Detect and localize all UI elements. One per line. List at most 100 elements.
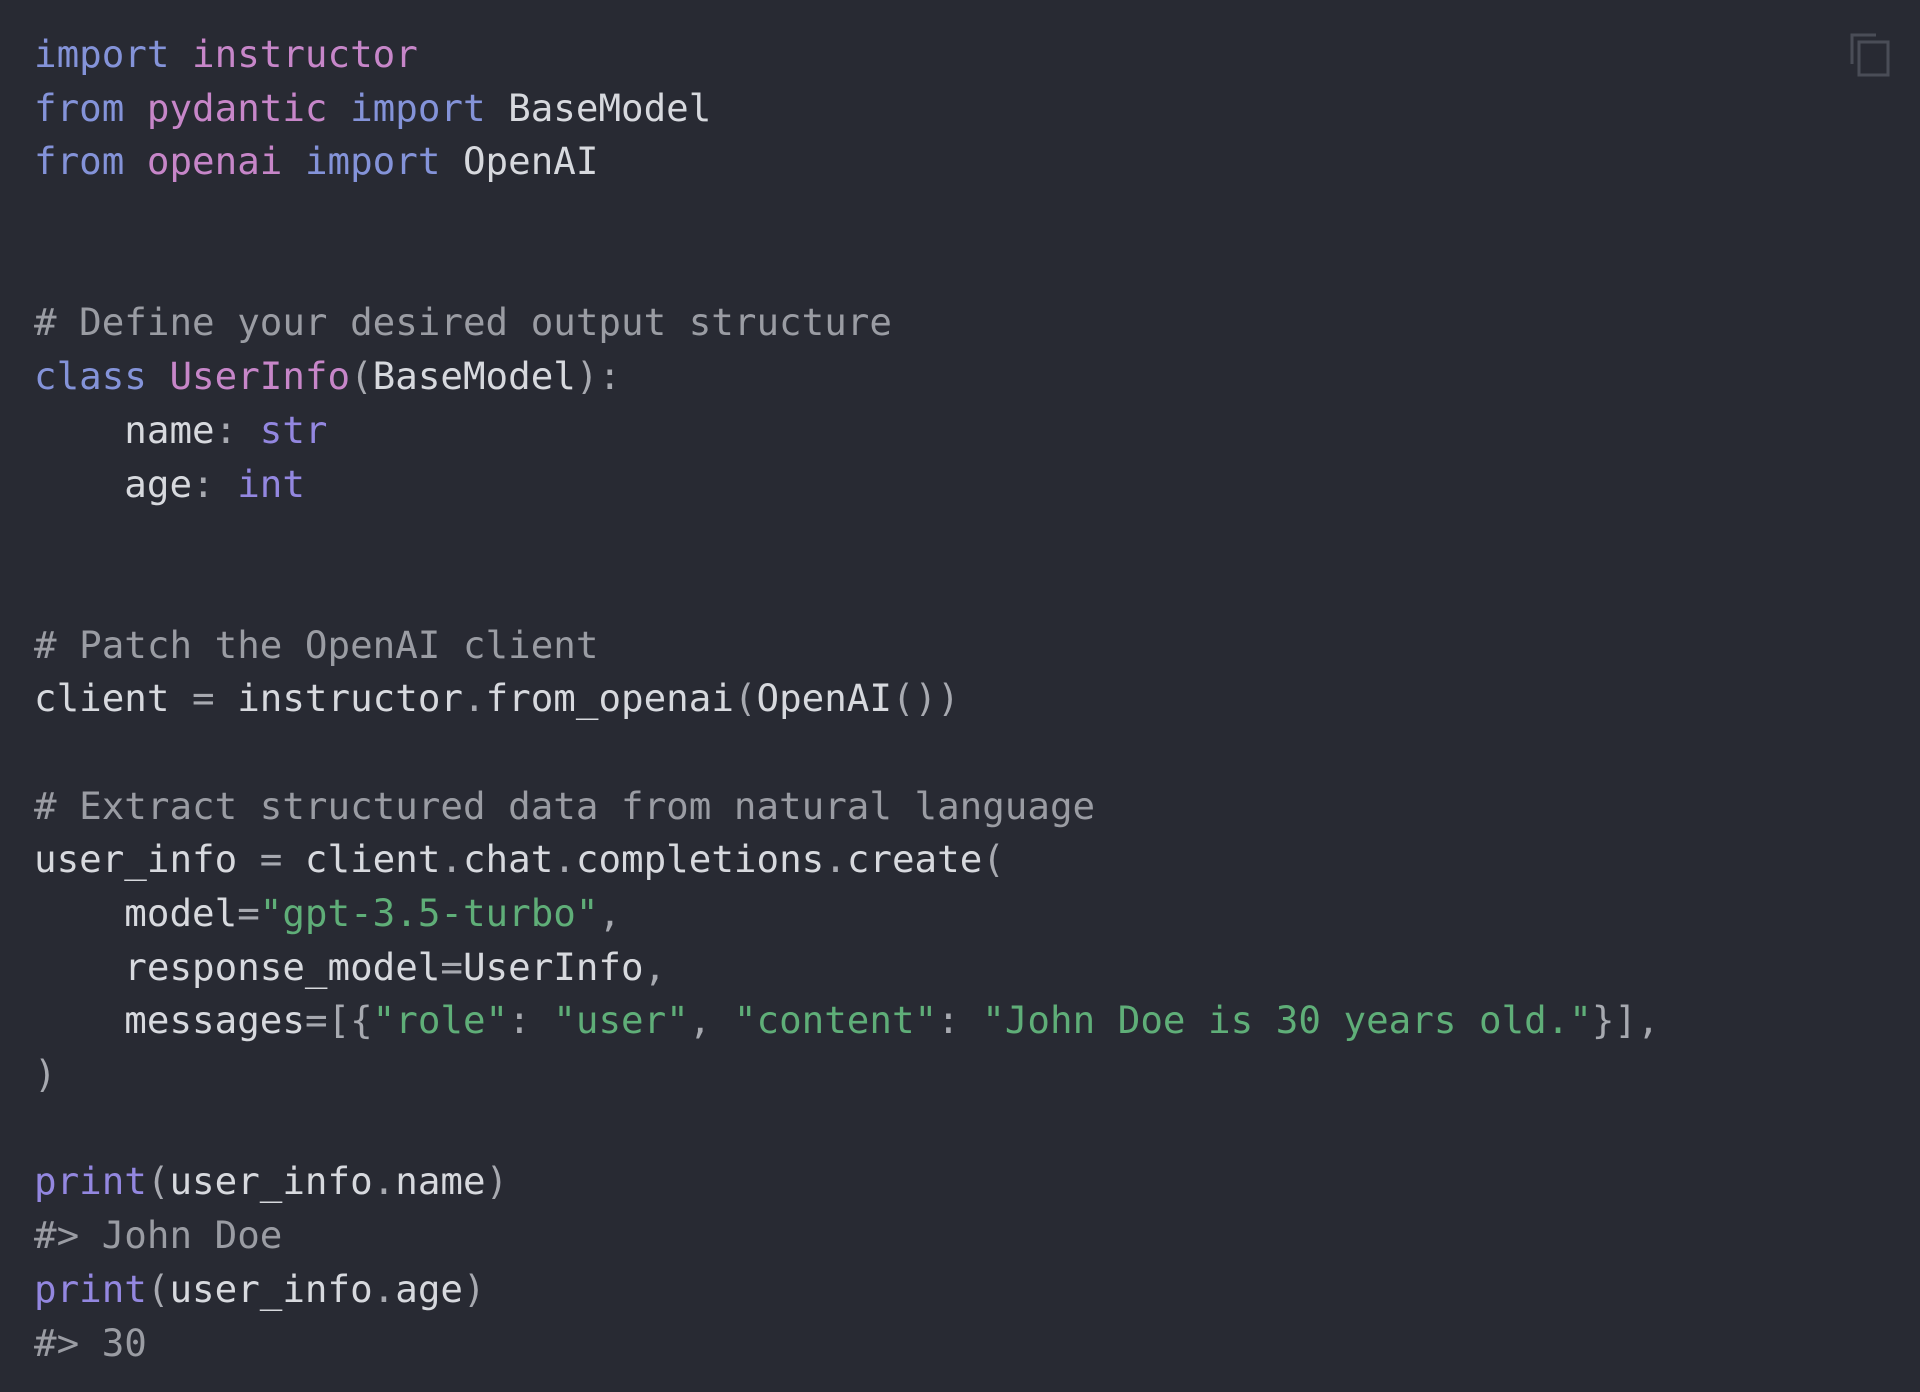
- code-token: from_openai: [485, 676, 734, 721]
- code-token: user_info: [34, 837, 260, 882]
- code-line: name: str: [34, 404, 1660, 458]
- code-token: create: [846, 837, 983, 882]
- code-token: import: [34, 32, 170, 76]
- code-token: user_info: [169, 1266, 373, 1311]
- code-token: OpenAI: [440, 139, 599, 184]
- code-token: "user": [553, 998, 689, 1043]
- code-token: "gpt-3.5-turbo": [259, 891, 599, 935]
- code-token: name: [395, 1159, 486, 1204]
- code-token: # Patch the OpenAI client: [34, 622, 599, 667]
- code-token: (: [350, 354, 373, 399]
- code-token: pydantic: [146, 85, 328, 130]
- code-token: import: [350, 85, 486, 130]
- code-line: import instructor: [34, 28, 1660, 82]
- code-line: from openai import OpenAI: [34, 135, 1660, 189]
- code-token: name: [34, 407, 215, 452]
- code-line: messages=[{"role": "user", "content": "J…: [34, 994, 1660, 1048]
- code-token: (: [146, 1266, 170, 1311]
- code-token: "content": [733, 998, 938, 1043]
- code-token: UserInfo: [462, 944, 644, 989]
- code-token: =: [237, 891, 260, 935]
- code-token: #> John Doe: [34, 1213, 283, 1258]
- code-token: "role": [372, 998, 509, 1043]
- code-line: user_info = client.chat.completions.crea…: [34, 833, 1660, 887]
- code-token: :: [508, 998, 554, 1043]
- code-line: # Extract structured data from natural l…: [34, 780, 1660, 834]
- code-line: model="gpt-3.5-turbo",: [34, 887, 1660, 941]
- code-token: # Extract structured data from natural l…: [34, 783, 1096, 828]
- code-line: ): [34, 1048, 1660, 1102]
- code-token: ): [462, 1266, 486, 1311]
- code-token: (: [982, 837, 1005, 882]
- code-line: # Define your desired output structure: [34, 296, 1660, 350]
- code-token: chat: [462, 837, 554, 882]
- code-token: =: [440, 944, 463, 989]
- code-token: instructor: [192, 32, 418, 76]
- code-token: .: [462, 676, 486, 721]
- code-token: ,: [598, 891, 622, 935]
- code-line: class UserInfo(BaseModel):: [34, 350, 1660, 404]
- code-token: BaseModel: [372, 354, 576, 399]
- code-token: int: [237, 461, 305, 506]
- code-token: .: [372, 1266, 396, 1311]
- code-line: #> John Doe: [34, 1209, 1660, 1263]
- code-token: :: [192, 461, 238, 506]
- code-line: print(user_info.name): [34, 1155, 1660, 1209]
- code-token: import: [304, 139, 441, 184]
- code-line: client = instructor.from_openai(OpenAI()…: [34, 672, 1660, 726]
- code-block: import instructor from pydantic import Ba…: [0, 0, 1920, 1392]
- code-token: openai: [146, 139, 283, 184]
- code-token: response_model: [34, 944, 441, 989]
- code-line: print(user_info.age): [34, 1263, 1660, 1317]
- code-token: (: [146, 1159, 170, 1204]
- copy-icon: [1850, 33, 1890, 77]
- code-token: ): [485, 1159, 509, 1204]
- code-token: str: [259, 407, 328, 452]
- code-line: # Patch the OpenAI client: [34, 619, 1660, 673]
- code-token: from: [34, 139, 125, 184]
- code-token: client: [34, 676, 193, 721]
- code-line: age: int: [34, 458, 1660, 512]
- code-token: user_info: [169, 1159, 373, 1204]
- code-token: age: [395, 1266, 463, 1311]
- code-token: ,: [688, 998, 734, 1043]
- code-token: # Define your desired output structure: [34, 300, 892, 345]
- code-token: ):: [575, 354, 622, 399]
- code-token: client: [282, 837, 441, 882]
- code-token: #> 30: [34, 1320, 147, 1365]
- code-line: from pydantic import BaseModel: [34, 82, 1660, 136]
- code-token: }],: [1591, 998, 1660, 1043]
- code-token: completions: [575, 837, 825, 882]
- code-token: ()): [891, 676, 960, 721]
- code-token: .: [553, 837, 576, 882]
- code-content[interactable]: import instructor from pydantic import Ba…: [34, 28, 1660, 1370]
- code-token: :: [937, 998, 983, 1043]
- code-token: print: [34, 1159, 147, 1204]
- code-token: =: [259, 837, 283, 882]
- code-token: class: [34, 354, 147, 399]
- code-token: OpenAI: [756, 676, 892, 721]
- code-token: ): [34, 1052, 57, 1097]
- code-token: =: [192, 676, 215, 721]
- code-token: .: [372, 1159, 396, 1204]
- code-token: :: [214, 407, 260, 452]
- code-token: print: [34, 1266, 147, 1311]
- code-token: from: [34, 85, 125, 130]
- code-token: "John Doe is 30 years old.": [982, 998, 1592, 1043]
- code-token: .: [440, 837, 463, 882]
- code-token: age: [34, 461, 193, 506]
- code-token: ,: [643, 944, 667, 989]
- code-token: model: [34, 891, 238, 935]
- copy-button[interactable]: [1848, 30, 1892, 78]
